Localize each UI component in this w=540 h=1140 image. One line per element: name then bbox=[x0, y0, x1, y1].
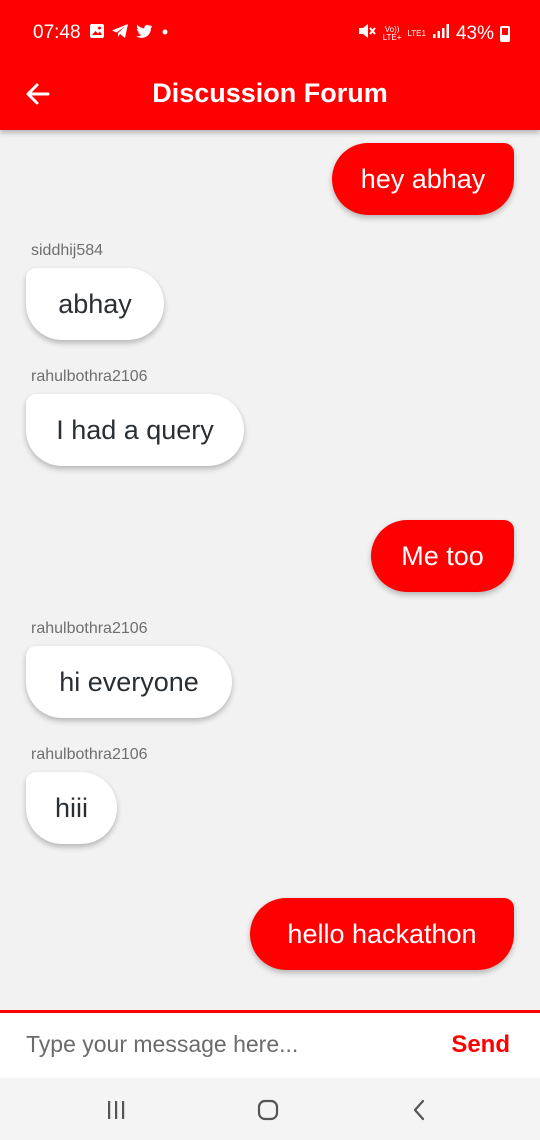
page-title: Discussion Forum bbox=[152, 78, 388, 108]
twitter-icon bbox=[135, 24, 153, 44]
send-button[interactable]: Send bbox=[451, 1031, 510, 1059]
message-bubble[interactable]: Me too bbox=[371, 520, 514, 592]
message-bubble[interactable]: hi everyone bbox=[26, 646, 232, 718]
signal-icon bbox=[432, 23, 450, 45]
status-bar: 07:48 Vo)) LTE+ LTE1 43% bbox=[0, 0, 540, 66]
back-icon[interactable] bbox=[406, 1096, 434, 1124]
battery-icon bbox=[500, 26, 510, 42]
app-header: 07:48 Vo)) LTE+ LTE1 43% Discussion Foru… bbox=[0, 0, 540, 130]
dot-icon bbox=[159, 25, 171, 43]
message-bubble[interactable]: hiii bbox=[26, 772, 117, 844]
message-sender: siddhij584 bbox=[31, 242, 104, 259]
message-composer: Send bbox=[0, 1010, 540, 1078]
status-time: 07:48 bbox=[33, 22, 81, 43]
message-sender: rahulbothra2106 bbox=[31, 620, 148, 637]
message-sender: rahulbothra2106 bbox=[31, 368, 148, 385]
battery-percent: 43% bbox=[455, 23, 494, 44]
message-bubble[interactable]: abhay bbox=[26, 268, 164, 340]
app-bar: Discussion Forum bbox=[0, 66, 540, 130]
telegram-icon bbox=[111, 23, 129, 44]
message-bubble[interactable]: hey abhay bbox=[332, 143, 514, 215]
home-icon[interactable] bbox=[254, 1096, 282, 1124]
system-nav-bar bbox=[0, 1078, 540, 1140]
message-list[interactable]: omjadhav963 hey abhay siddhij584 abhay r… bbox=[0, 130, 540, 1010]
recents-icon[interactable] bbox=[102, 1096, 130, 1124]
message-bubble[interactable]: hello hackathon bbox=[250, 898, 514, 970]
message-bubble[interactable]: I had a query bbox=[26, 394, 244, 466]
network-label: LTE1 bbox=[407, 29, 426, 38]
volte-icon: Vo)) LTE+ bbox=[382, 25, 402, 42]
gallery-icon bbox=[89, 23, 105, 44]
message-input[interactable] bbox=[26, 1031, 406, 1058]
mute-icon bbox=[357, 22, 377, 46]
message-sender: rahulbothra2106 bbox=[31, 746, 148, 763]
